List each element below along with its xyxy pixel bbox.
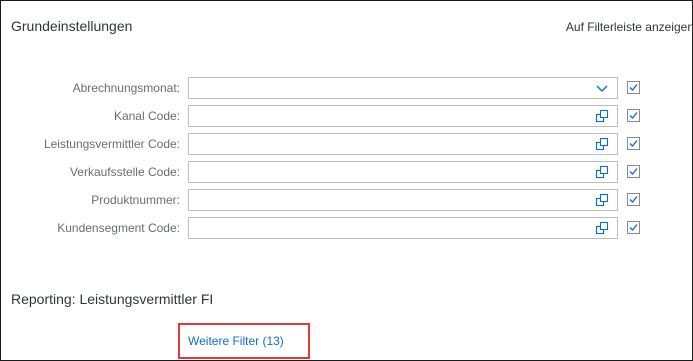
leistungsvermittler-code-input[interactable]	[188, 133, 618, 155]
value-help-icon[interactable]	[595, 109, 609, 123]
filter-row-abrechnungsmonat: Abrechnungsmonat:	[1, 77, 692, 101]
show-on-filterbar-checkbox[interactable]	[627, 221, 640, 234]
group-title: Reporting: Leistungsvermittler FI	[11, 291, 214, 307]
show-on-filterbar-checkbox[interactable]	[627, 81, 640, 94]
kanal-code-input[interactable]	[188, 105, 618, 127]
more-filters-link[interactable]: Weitere Filter (13)	[188, 334, 284, 348]
verkaufsstelle-code-input[interactable]	[188, 161, 618, 183]
chevron-down-icon[interactable]	[595, 81, 609, 95]
show-on-filterbar-checkbox[interactable]	[627, 109, 640, 122]
kundensegment-code-input[interactable]	[188, 217, 618, 239]
field-label: Abrechnungsmonat:	[72, 81, 180, 95]
show-on-filterbar-header: Auf Filterleiste anzeigen	[565, 20, 693, 34]
filter-row-kundensegment-code: Kundensegment Code:	[1, 217, 692, 241]
field-label: Kanal Code:	[113, 109, 180, 123]
value-help-icon[interactable]	[595, 193, 609, 207]
field-label: Verkaufsstelle Code:	[69, 165, 180, 179]
filter-row-verkaufsstelle-code: Verkaufsstelle Code:	[1, 161, 692, 185]
value-help-icon[interactable]	[595, 221, 609, 235]
filter-row-kanal-code: Kanal Code:	[1, 105, 692, 129]
value-help-icon[interactable]	[595, 165, 609, 179]
show-on-filterbar-checkbox[interactable]	[627, 193, 640, 206]
value-help-icon[interactable]	[595, 137, 609, 151]
abrechnungsmonat-select[interactable]	[188, 77, 618, 99]
filter-row-leistungsvermittler-code: Leistungsvermittler Code:	[1, 133, 692, 157]
field-label: Produktnummer:	[91, 193, 180, 207]
filter-settings-dialog: Grundeinstellungen Auf Filterleiste anze…	[0, 0, 693, 361]
section-title: Grundeinstellungen	[11, 18, 133, 34]
show-on-filterbar-checkbox[interactable]	[627, 165, 640, 178]
show-on-filterbar-checkbox[interactable]	[627, 137, 640, 150]
filter-row-produktnummer: Produktnummer:	[1, 189, 692, 213]
field-label: Kundensegment Code:	[57, 221, 180, 235]
field-label: Leistungsvermittler Code:	[43, 137, 180, 151]
produktnummer-input[interactable]	[188, 189, 618, 211]
